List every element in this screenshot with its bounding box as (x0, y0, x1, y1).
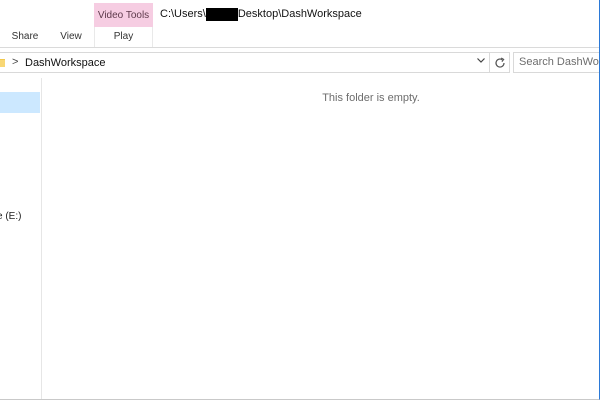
title-path-suffix: Desktop\DashWorkspace (237, 8, 362, 20)
refresh-icon (494, 57, 505, 68)
search-input[interactable]: Search DashWorkspace (513, 52, 599, 73)
navigation-pane: e (E:) (0, 78, 42, 399)
address-bar[interactable]: > DashWorkspace (0, 52, 490, 73)
tab-view[interactable]: View (52, 27, 90, 47)
empty-folder-message: This folder is empty. (322, 92, 420, 104)
title-bar: Video Tools C:\Users\ Desktop\DashWorksp… (0, 0, 599, 27)
window-title: C:\Users\ Desktop\DashWorkspace (160, 7, 362, 21)
video-tools-context-header[interactable]: Video Tools (94, 3, 153, 27)
folder-icon (0, 56, 5, 68)
breadcrumb-separator-icon[interactable]: > (12, 55, 18, 69)
nav-item-selected[interactable] (0, 92, 40, 113)
nav-item-drive-e[interactable]: e (E:) (0, 211, 21, 222)
tab-share[interactable]: Share (4, 27, 46, 47)
file-explorer-window: Video Tools C:\Users\ Desktop\DashWorksp… (0, 0, 600, 400)
ribbon-divider (0, 47, 599, 48)
ribbon-tab-bar: Share View Play (0, 27, 599, 48)
file-list-area[interactable]: This folder is empty. (43, 78, 599, 399)
refresh-button[interactable] (490, 52, 510, 73)
redacted-username (205, 7, 238, 21)
title-path-prefix: C:\Users\ (160, 8, 206, 20)
tab-play[interactable]: Play (94, 27, 153, 47)
breadcrumb-current-folder[interactable]: DashWorkspace (25, 56, 106, 70)
chevron-down-icon[interactable] (474, 55, 488, 69)
address-row: > DashWorkspace Search DashWorkspace (0, 50, 599, 76)
